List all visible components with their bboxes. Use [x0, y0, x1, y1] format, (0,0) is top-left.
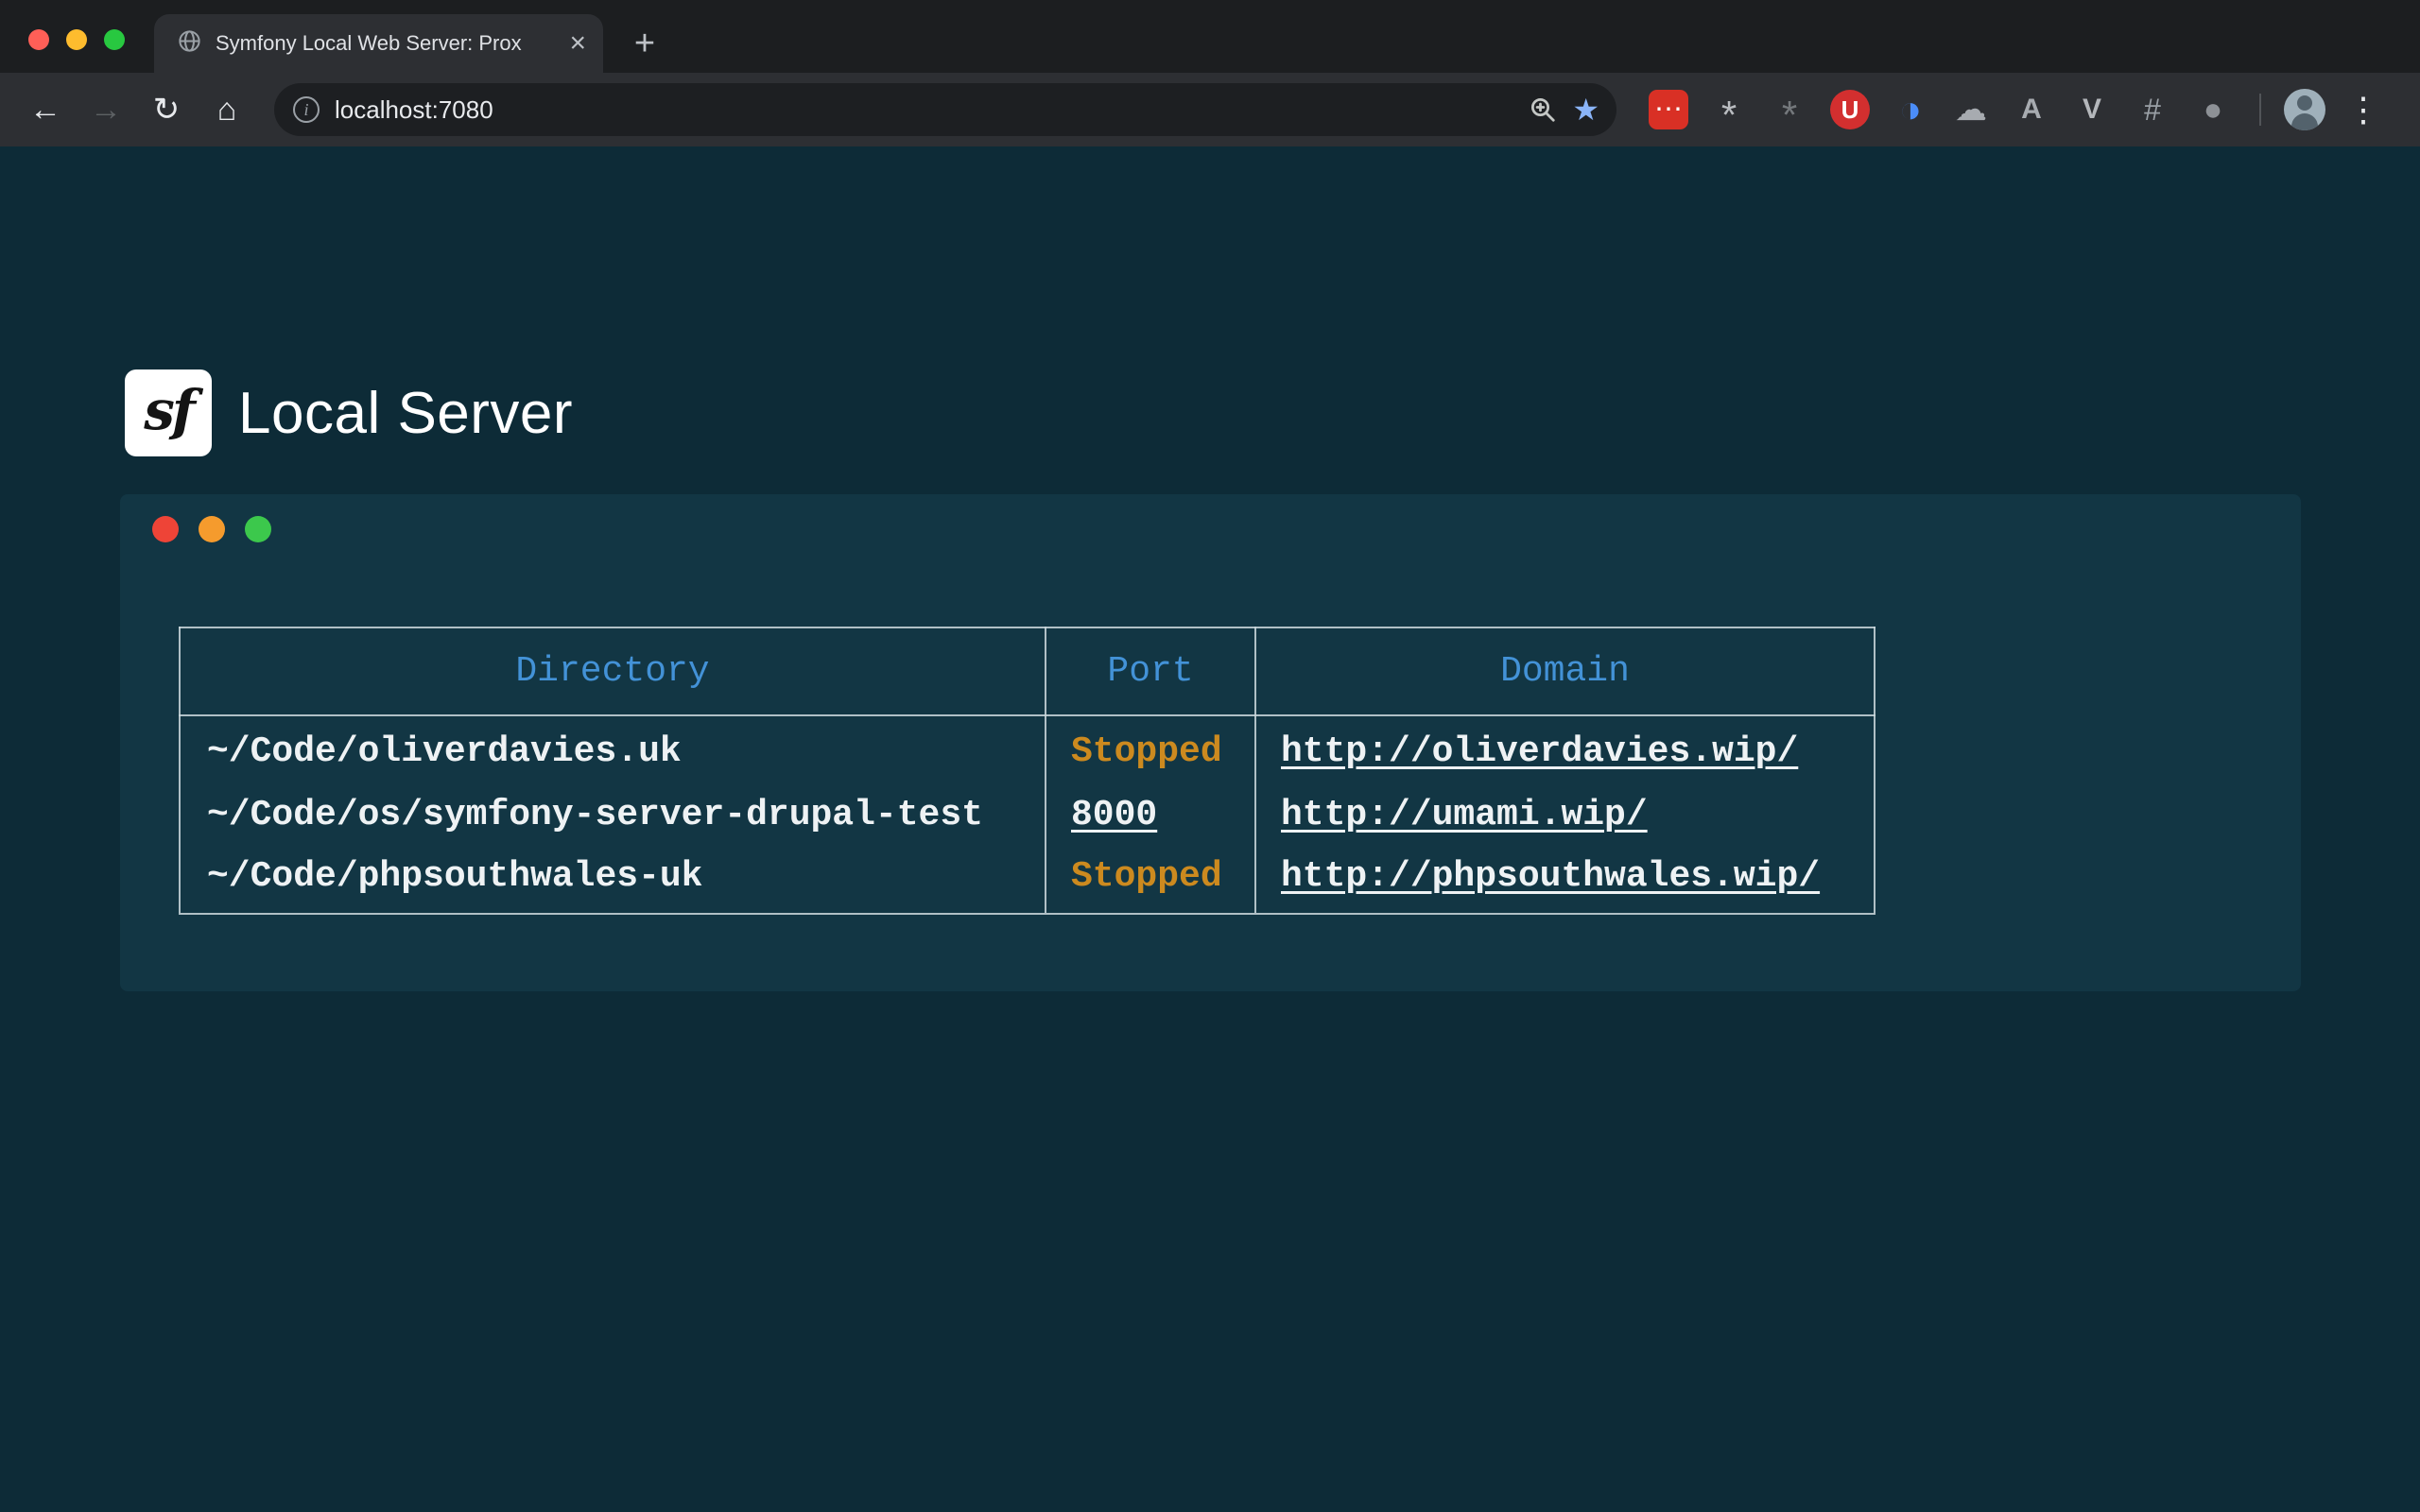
profile-avatar[interactable]	[2284, 89, 2325, 130]
url-text: localhost:7080	[335, 95, 1517, 125]
ublock-icon[interactable]: U	[1830, 90, 1870, 129]
bookmark-star-icon[interactable]: ★	[1572, 94, 1599, 125]
blue-circle-icon[interactable]: ◑	[1891, 90, 1930, 129]
browser-menu-icon[interactable]: ⋮	[2344, 90, 2382, 129]
back-button[interactable]: ←	[19, 83, 72, 136]
terminal-card: Directory Port Domain ~/Code/oliverdavie…	[120, 494, 2301, 991]
server-table: Directory Port Domain ~/Code/oliverdavie…	[179, 627, 1876, 915]
page-title: Local Server	[238, 380, 573, 447]
terminal-window-dots	[120, 494, 2301, 542]
browser-window: Symfony Local Web Server: Prox × + ← → ↻…	[0, 0, 2420, 1512]
directory-cell: ~/Code/oliverdavies.uk	[180, 715, 1046, 782]
dark-gear-icon[interactable]: *	[1770, 90, 1809, 129]
extensions-bar: ⋯ * * U ◑ ☁ A V # ●	[1649, 90, 2233, 129]
column-header-directory: Directory	[180, 627, 1046, 715]
table-header-row: Directory Port Domain	[180, 627, 1875, 715]
octocat-icon[interactable]: ●	[2193, 90, 2233, 129]
column-header-domain: Domain	[1255, 627, 1875, 715]
globe-favicon-icon	[177, 28, 202, 59]
window-zoom-button[interactable]	[104, 29, 125, 50]
window-close-button[interactable]	[28, 29, 49, 50]
table-row: ~/Code/phpsouthwales-uk Stopped http://p…	[180, 848, 1875, 914]
toolbar-separator	[2259, 94, 2261, 126]
symfony-logo-icon: sf	[125, 369, 212, 456]
site-info-icon[interactable]: i	[293, 96, 320, 123]
terminal-orange-dot	[199, 516, 225, 542]
password-manager-icon[interactable]: ⋯	[1649, 90, 1688, 129]
domain-link[interactable]: http://oliverdavies.wip/	[1281, 731, 1798, 772]
domain-link[interactable]: http://umami.wip/	[1281, 795, 1648, 835]
new-tab-button[interactable]: +	[626, 25, 664, 62]
terminal-green-dot	[245, 516, 271, 542]
symfony-logo-glyph: sf	[144, 378, 193, 442]
window-controls	[28, 29, 125, 50]
home-button[interactable]: ⌂	[200, 83, 253, 136]
browser-tab[interactable]: Symfony Local Web Server: Prox ×	[154, 14, 603, 73]
forward-button[interactable]: →	[79, 83, 132, 136]
gear-icon[interactable]: *	[1709, 90, 1749, 129]
tab-strip: Symfony Local Web Server: Prox × +	[0, 0, 2420, 73]
brand-header: sf Local Server	[125, 369, 573, 456]
table-row: ~/Code/os/symfony-server-drupal-test 800…	[180, 782, 1875, 848]
directory-cell: ~/Code/phpsouthwales-uk	[180, 848, 1046, 914]
tab-title: Symfony Local Web Server: Prox	[216, 31, 556, 56]
domain-link[interactable]: http://phpsouthwales.wip/	[1281, 856, 1820, 897]
letter-a-icon[interactable]: A	[2012, 90, 2051, 129]
address-bar[interactable]: i localhost:7080 ★	[274, 83, 1616, 136]
window-minimize-button[interactable]	[66, 29, 87, 50]
cloud-icon[interactable]: ☁	[1951, 90, 1991, 129]
column-header-port: Port	[1046, 627, 1255, 715]
zoom-icon[interactable]	[1529, 95, 1557, 124]
letter-v-icon[interactable]: V	[2072, 90, 2112, 129]
grid-icon[interactable]: #	[2133, 90, 2172, 129]
directory-cell: ~/Code/os/symfony-server-drupal-test	[180, 782, 1046, 848]
port-link[interactable]: 8000	[1071, 795, 1157, 835]
table-row: ~/Code/oliverdavies.uk Stopped http://ol…	[180, 715, 1875, 782]
browser-toolbar: ← → ↻ ⌂ i localhost:7080 ★ ⋯ * * U ◑ ☁	[0, 73, 2420, 146]
reload-button[interactable]: ↻	[140, 83, 193, 136]
port-status: Stopped	[1071, 856, 1222, 897]
tab-close-icon[interactable]: ×	[569, 29, 586, 58]
port-status: Stopped	[1071, 731, 1222, 772]
page-content: sf Local Server Directory Port Domain	[0, 146, 2420, 1512]
terminal-red-dot	[152, 516, 179, 542]
